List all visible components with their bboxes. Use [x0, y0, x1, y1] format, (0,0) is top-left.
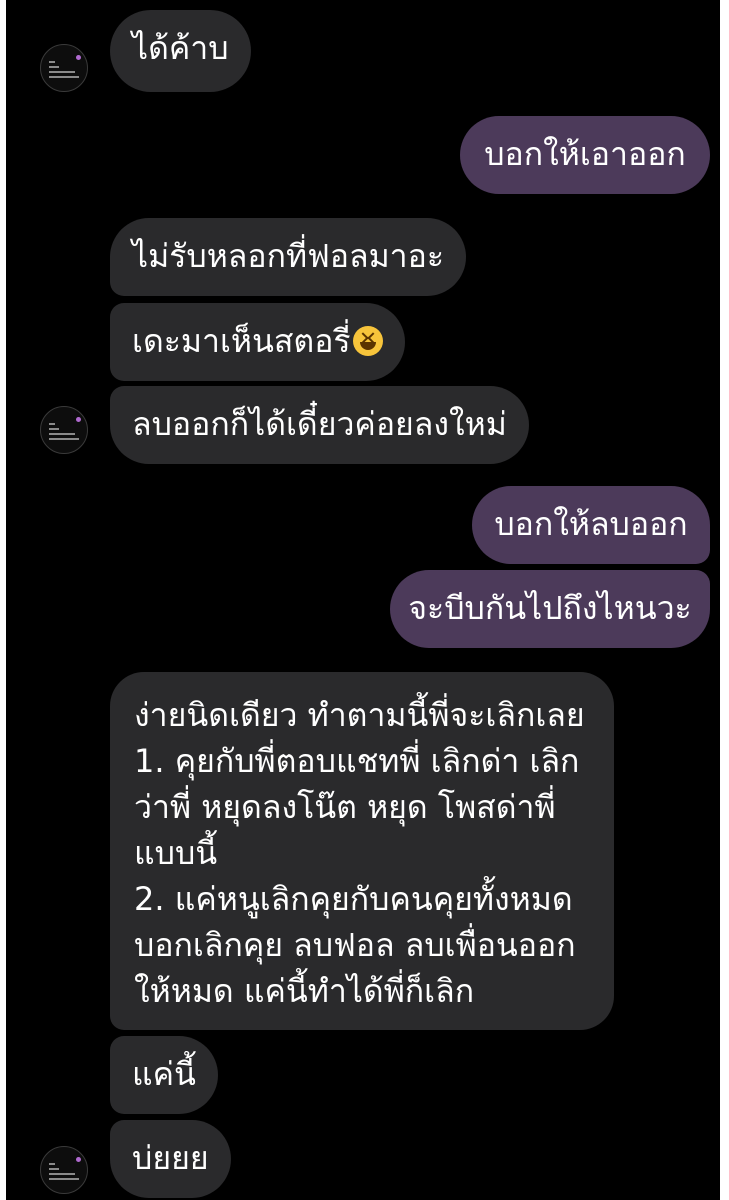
message-text: จะบีบกันไปถึงไหนวะ: [408, 589, 692, 627]
contact-avatar[interactable]: [40, 406, 88, 454]
message-received[interactable]: บ่ยยย: [110, 1120, 231, 1198]
message-sent[interactable]: บอกให้ลบออก: [472, 486, 710, 564]
message-received[interactable]: เดะมาเห็นสตอรี่: [110, 303, 405, 381]
message-line: ง่ายนิดเดียว ทำตามนี้พี่จะเลิกเลย: [134, 696, 585, 734]
message-received[interactable]: ไม่รับหลอกที่ฟอลมาอะ: [110, 218, 467, 296]
message-text: บอกให้เอาออก: [484, 135, 686, 173]
message-received[interactable]: ง่ายนิดเดียว ทำตามนี้พี่จะเลิกเลย 1. คุย…: [110, 672, 614, 1030]
message-sent[interactable]: บอกให้เอาออก: [460, 116, 710, 194]
message-text: แค่นี้: [132, 1055, 196, 1093]
message-sent[interactable]: จะบีบกันไปถึงไหนวะ: [390, 570, 710, 648]
message-line: 2. แค่หนูเลิกคุยกับคนคุยทั้งหมด: [134, 880, 573, 918]
message-received[interactable]: ลบออกก็ได้เดี๋ยวค่อยลงใหม่: [110, 386, 529, 464]
message-text: บอกให้ลบออก: [494, 505, 688, 543]
message-received[interactable]: แค่นี้: [110, 1036, 218, 1114]
message-line: แบบนี้: [134, 834, 218, 872]
message-text: บ่ยยย: [132, 1139, 209, 1177]
message-received[interactable]: ได้ค้าบ: [110, 10, 251, 92]
message-line: 1. คุยกับพี่ตอบแชทพี่ เลิกด่า เลิก: [134, 742, 580, 780]
message-text: ไม่รับหลอกที่ฟอลมาอะ: [132, 237, 445, 275]
message-line: บอกเลิกคุย ลบฟอล ลบเพื่อนออก: [134, 926, 576, 964]
message-line: ว่าพี่ หยุดลงโน๊ต หยุด โพสด่าพี่: [134, 788, 556, 826]
message-line: ให้หมด แค่นี้ทำได้พี่ก็เลิก: [134, 972, 475, 1010]
contact-avatar[interactable]: [40, 44, 88, 92]
message-text: เดะมาเห็นสตอรี่: [132, 322, 351, 360]
chat-thread: ได้ค้าบ บอกให้เอาออก ไม่รับหลอกที่ฟอลมาอ…: [6, 0, 720, 1200]
grinning-squinting-face-icon: [352, 326, 383, 356]
message-text: ลบออกก็ได้เดี๋ยวค่อยลงใหม่: [132, 405, 507, 443]
contact-avatar[interactable]: [40, 1146, 88, 1194]
message-text: ได้ค้าบ: [132, 29, 229, 67]
